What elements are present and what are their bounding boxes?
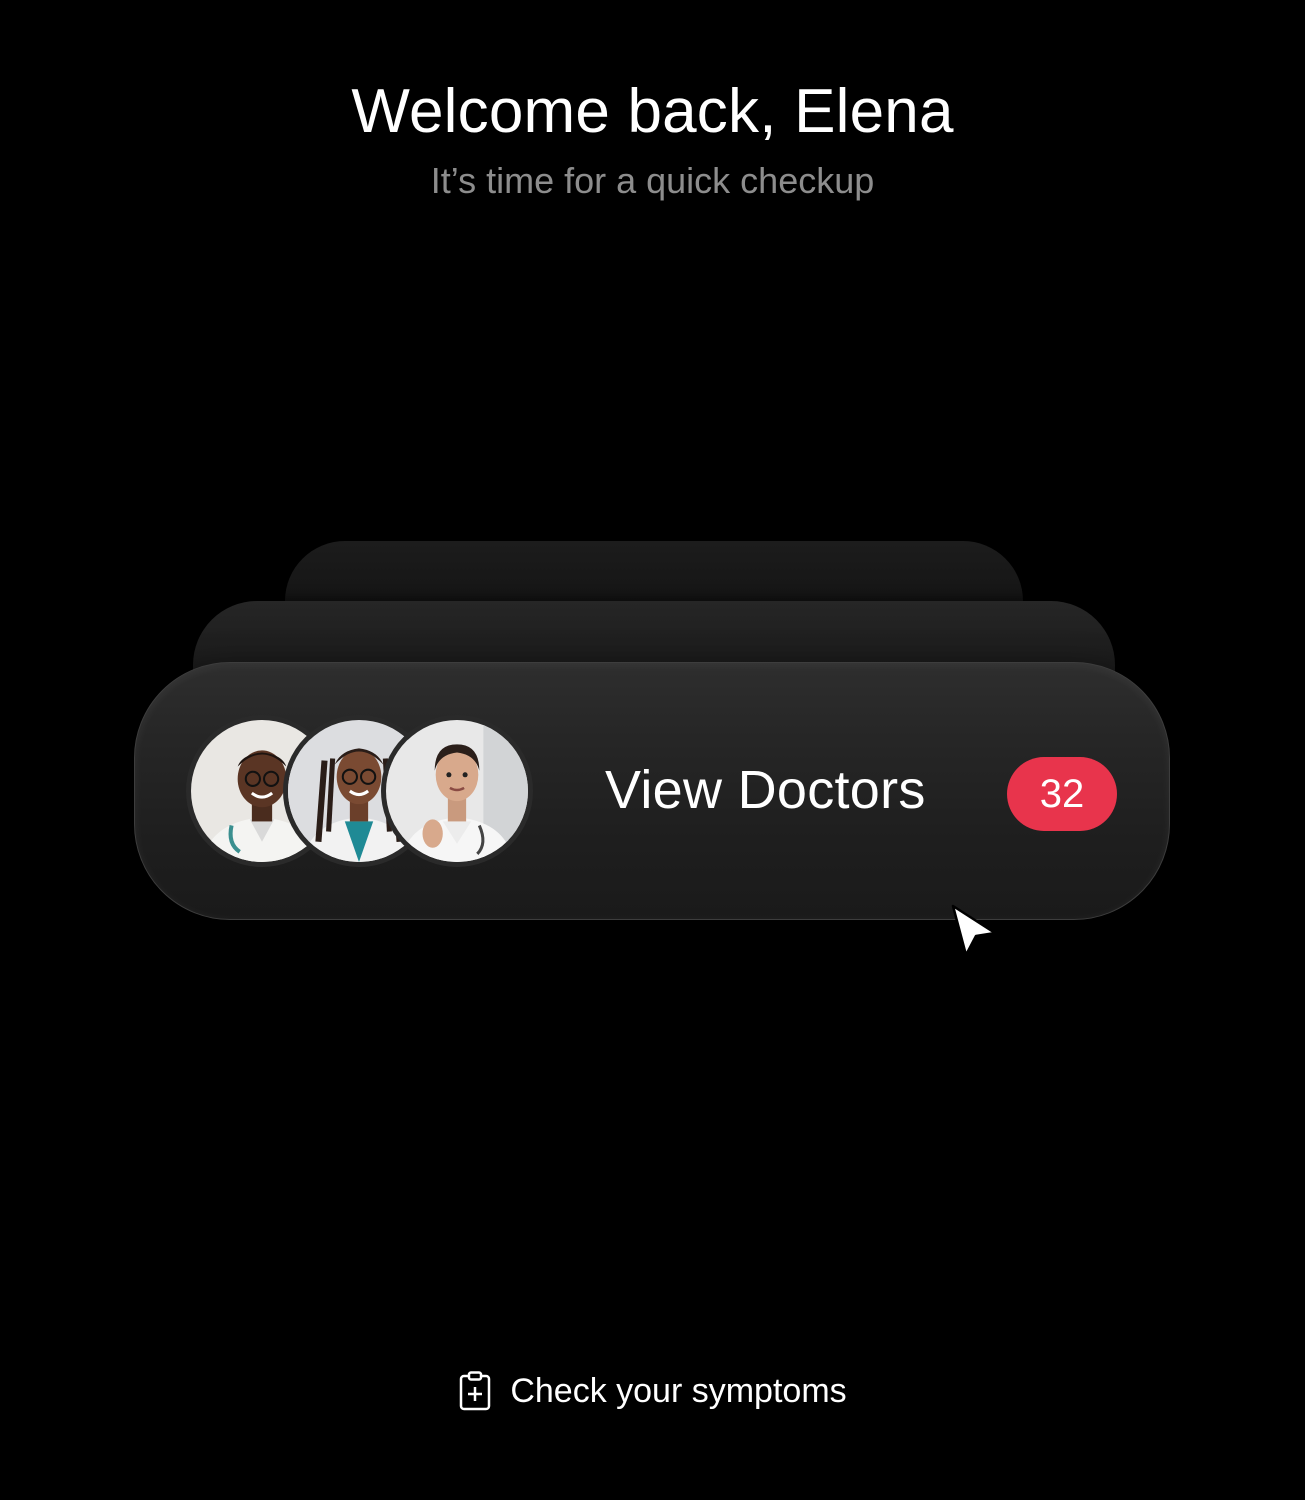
check-symptoms-label: Check your symptoms	[510, 1371, 847, 1410]
welcome-subtitle: It’s time for a quick checkup	[430, 160, 875, 201]
doctor-avatar-3-image	[386, 720, 528, 862]
doctors-count-badge: 32	[1007, 757, 1117, 831]
view-doctors-label: View Doctors	[605, 760, 926, 820]
doctor-avatar-3	[381, 715, 533, 867]
welcome-title: Welcome back, Elena	[351, 77, 954, 146]
view-doctors-button[interactable]: View Doctors 32	[134, 662, 1170, 920]
clipboard-plus-icon	[460, 1371, 491, 1411]
pointer-cursor-icon	[951, 904, 997, 957]
check-symptoms-link[interactable]: Check your symptoms	[0, 1371, 1305, 1411]
